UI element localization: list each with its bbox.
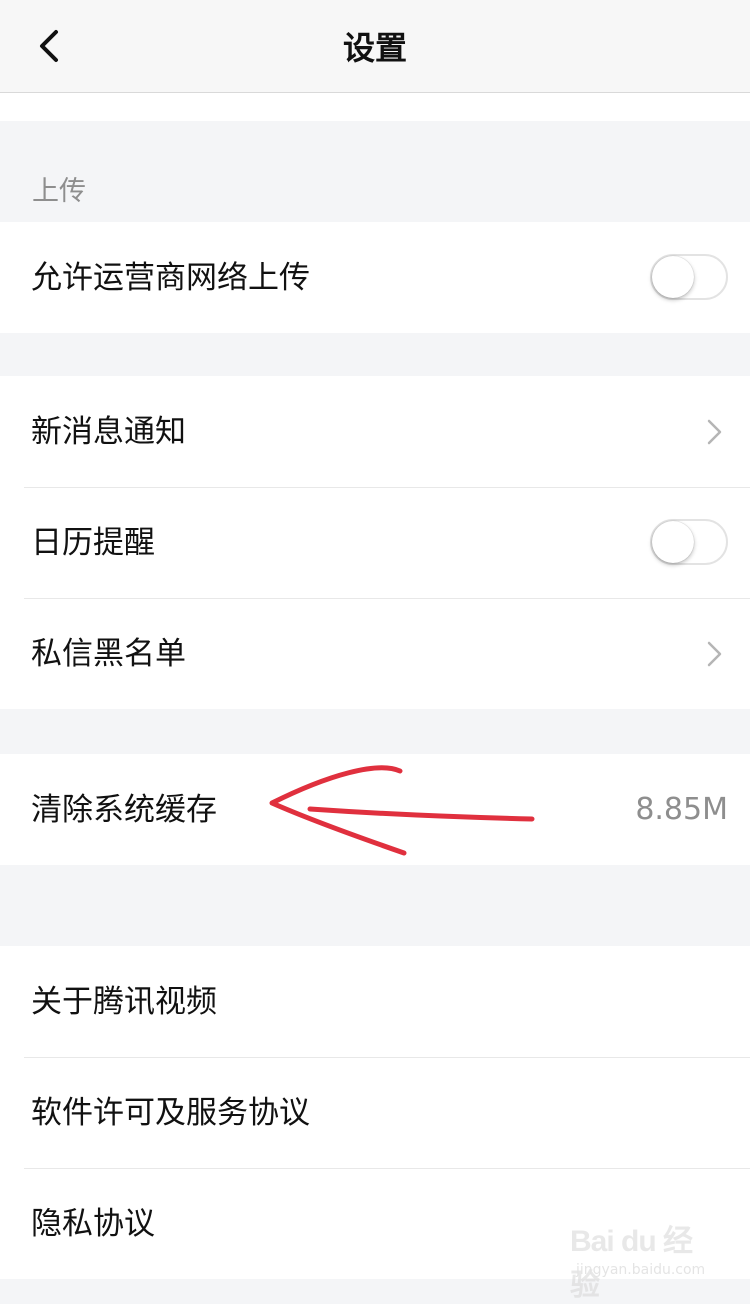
cache-size-value: 8.85M xyxy=(635,792,728,827)
top-partial-row xyxy=(0,93,750,121)
row-label: 新消息通知 xyxy=(31,414,186,450)
toggle-knob xyxy=(652,256,694,298)
navigation-bar: 设置 xyxy=(0,0,750,93)
row-label: 关于腾讯视频 xyxy=(31,984,217,1020)
watermark-logo: Bai du 经验 xyxy=(570,1225,693,1302)
row-new-message-notification[interactable]: 新消息通知 xyxy=(0,376,750,487)
page-title: 设置 xyxy=(342,29,407,67)
row-label: 隐私协议 xyxy=(31,1206,155,1242)
calendar-reminder-toggle[interactable] xyxy=(650,519,728,565)
settings-group-upload: 允许运营商网络上传 xyxy=(0,222,750,333)
row-label: 软件许可及服务协议 xyxy=(31,1095,310,1131)
row-label: 清除系统缓存 xyxy=(31,792,217,828)
chevron-right-icon xyxy=(707,641,722,667)
section-header-upload: 上传 xyxy=(32,176,86,207)
row-calendar-reminder: 日历提醒 xyxy=(0,487,750,598)
row-clear-cache[interactable]: 清除系统缓存 8.85M xyxy=(0,754,750,865)
toggle-knob xyxy=(652,521,694,563)
row-about[interactable]: 关于腾讯视频 xyxy=(0,946,750,1057)
settings-group-notifications: 新消息通知 日历提醒 私信黑名单 xyxy=(0,376,750,709)
row-label: 允许运营商网络上传 xyxy=(31,260,310,296)
row-allow-carrier-upload: 允许运营商网络上传 xyxy=(0,222,750,333)
row-license[interactable]: 软件许可及服务协议 xyxy=(0,1057,750,1168)
row-label: 私信黑名单 xyxy=(31,636,186,672)
watermark-url: jingyan.baidu.com xyxy=(576,1262,706,1278)
watermark: Bai du 经验 jingyan.baidu.com xyxy=(570,1216,720,1302)
allow-carrier-upload-toggle[interactable] xyxy=(650,254,728,300)
chevron-right-icon xyxy=(707,419,722,445)
settings-group-cache: 清除系统缓存 8.85M xyxy=(0,754,750,865)
row-dm-blacklist[interactable]: 私信黑名单 xyxy=(0,598,750,709)
row-label: 日历提醒 xyxy=(31,525,155,561)
